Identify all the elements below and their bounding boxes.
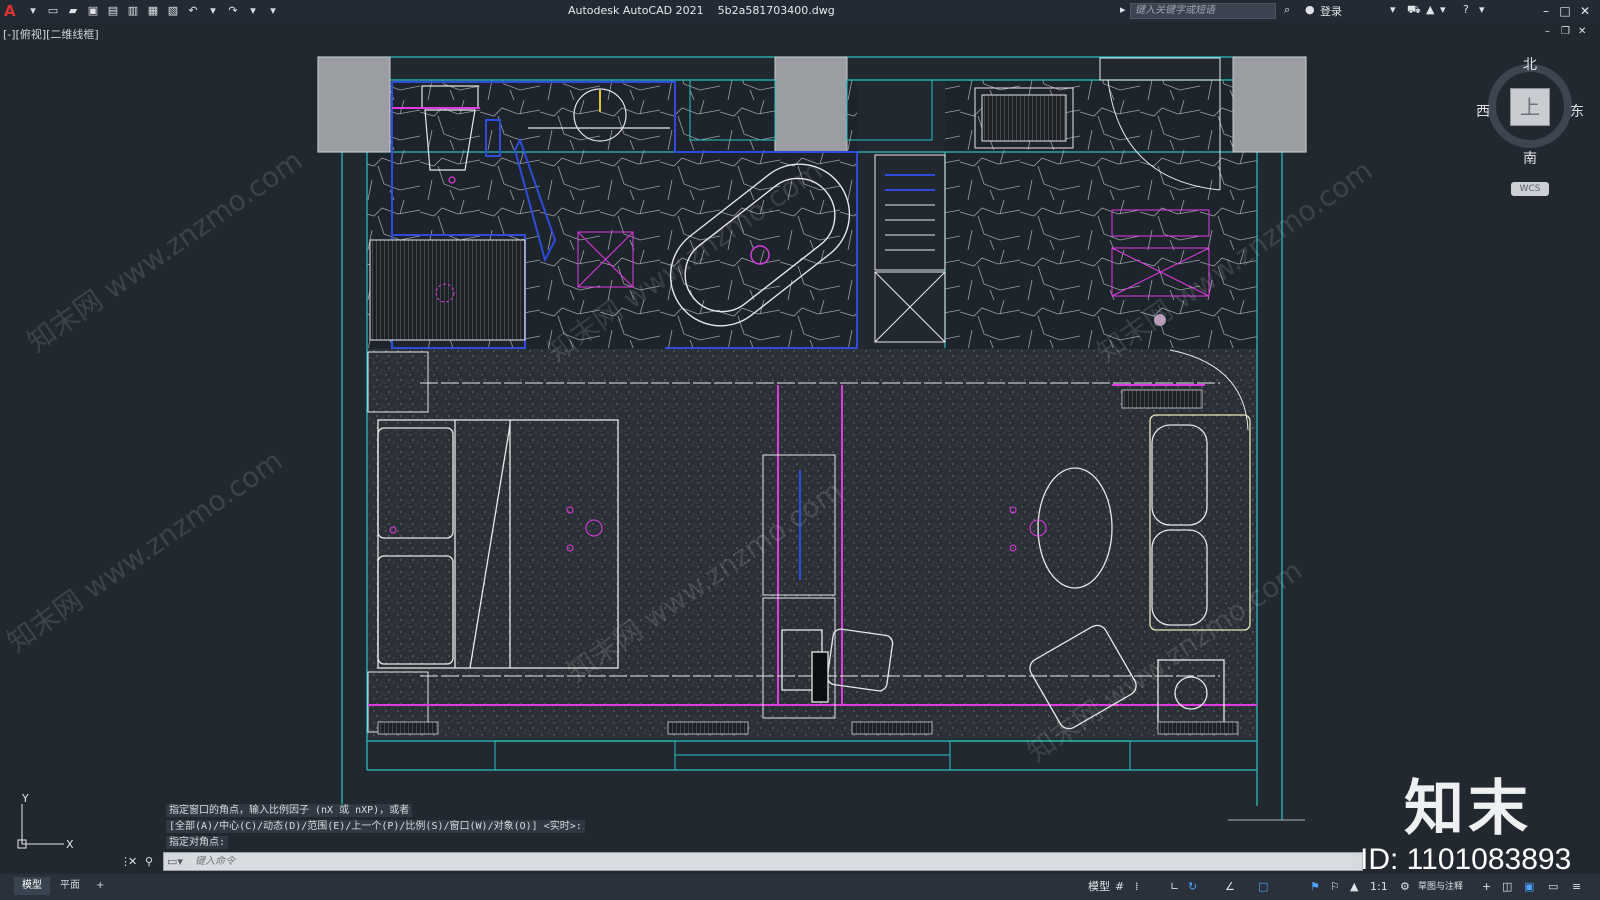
login-dropdown-icon[interactable]: ▾ <box>1390 3 1396 16</box>
search-expand-icon[interactable]: ▸ <box>1120 3 1126 16</box>
customize-icon[interactable]: ▾ <box>266 4 280 18</box>
compass-west[interactable]: 西 <box>1476 101 1490 121</box>
asset-id: ID: 1101083893 <box>1360 843 1572 876</box>
command-history-icon[interactable]: ▭▾ <box>167 855 183 868</box>
compass-east[interactable]: 东 <box>1570 101 1584 121</box>
doc-close-icon[interactable]: ✕ <box>1578 26 1586 37</box>
search-input[interactable]: 键入关键字或短语 <box>1130 3 1276 19</box>
viewcube-top-face[interactable]: 上 <box>1510 88 1550 126</box>
plus-icon[interactable]: + <box>1482 878 1491 896</box>
compass-north[interactable]: 北 <box>1523 54 1537 74</box>
maximize-icon[interactable]: □ <box>1556 2 1574 20</box>
clean-screen-icon[interactable]: ▭ <box>1548 878 1558 896</box>
model-space-toggle[interactable]: 模型 <box>1088 878 1110 896</box>
tab-model[interactable]: 模型 <box>14 877 50 895</box>
status-bar: 模型 平面 + 模型 # ⁞ ∟ ↻ ∠ □ ⚑ ⚐ ▲ 1:1 ⚙ 草图与注释… <box>0 874 1600 900</box>
viewcube[interactable]: 北 南 西 东 上 <box>1476 54 1584 167</box>
doc-minimize-icon[interactable]: – <box>1545 26 1550 37</box>
search-icon[interactable]: ⌕ <box>1284 3 1290 17</box>
command-history-line: 指定窗口的角点，输入比例因子 (nX 或 nXP)，或者 <box>166 804 413 817</box>
command-customize-icon[interactable]: ⚲ <box>145 855 153 868</box>
command-history-line: [全部(A)/中心(C)/动态(D)/范围(E)/上一个(P)/比例(S)/窗口… <box>166 820 585 833</box>
open-icon[interactable]: ▰ <box>66 4 80 18</box>
compass-south[interactable]: 南 <box>1523 148 1537 168</box>
help-icon[interactable]: ? <box>1463 3 1469 16</box>
new-icon[interactable]: ▭ <box>46 4 60 18</box>
ucs-x-label: X <box>66 838 74 851</box>
publish-icon[interactable]: ▥ <box>126 4 140 18</box>
annotation-scale-value[interactable]: 1:1 <box>1370 878 1388 896</box>
annotation-scale-icon[interactable]: ▲ <box>1350 878 1358 896</box>
autocad-window: A ▾ ▭ ▰ ▣ ▤ ▥ ▦ ▧ ↶ ▾ ↷ ▾ ▾ Autodesk Aut… <box>0 0 1600 900</box>
dropdown-arrow-icon[interactable]: ▾ <box>26 4 40 18</box>
add-layout-tab-button[interactable]: + <box>88 877 112 895</box>
customization-menu-icon[interactable]: ≡ <box>1572 878 1581 896</box>
help-dropdown-icon[interactable]: ▾ <box>1479 3 1485 16</box>
floor-plan <box>317 56 1307 821</box>
wcs-menu[interactable]: WCS <box>1511 182 1549 196</box>
redo-dropdown-icon[interactable]: ▾ <box>246 4 260 18</box>
workspace-gear-icon[interactable]: ⚙ <box>1400 878 1410 896</box>
osnap-tracking-icon[interactable]: ∠ <box>1225 878 1235 896</box>
command-input[interactable] <box>192 853 1352 870</box>
minimize-icon[interactable]: – <box>1537 2 1555 20</box>
user-icon[interactable]: ● <box>1305 3 1315 16</box>
shower <box>369 239 526 341</box>
close-icon[interactable]: ✕ <box>1576 2 1594 20</box>
redo-icon[interactable]: ↷ <box>226 4 240 18</box>
annotation-visibility-icon[interactable]: ⚑ <box>1310 878 1320 896</box>
undo-icon[interactable]: ↶ <box>186 4 200 18</box>
window-sills <box>494 740 1131 771</box>
ucs-icon: Y X <box>17 794 74 851</box>
towel-rack <box>874 154 946 343</box>
osnap-icon[interactable]: □ <box>1258 878 1268 896</box>
grid-icon[interactable]: # <box>1115 878 1124 896</box>
isolate-icon[interactable]: ◫ <box>1502 878 1512 896</box>
quick-access-toolbar: A ▾ ▭ ▰ ▣ ▤ ▥ ▦ ▧ ↶ ▾ ↷ ▾ ▾ <box>0 3 280 19</box>
a360-dropdown-icon[interactable]: ▾ <box>1440 3 1446 16</box>
print-icon[interactable]: ▧ <box>166 4 180 18</box>
ucs-y-label: Y <box>21 794 29 805</box>
undo-dropdown-icon[interactable]: ▾ <box>206 4 220 18</box>
saveas-icon[interactable]: ▤ <box>106 4 120 18</box>
tab-layout[interactable]: 平面 <box>52 877 88 895</box>
login-link[interactable]: 登录 <box>1320 3 1342 19</box>
drawing-canvas[interactable] <box>0 40 1600 855</box>
autocad-logo-icon[interactable]: A <box>4 3 20 19</box>
hardware-acceleration-icon[interactable]: ▣ <box>1524 878 1534 896</box>
cart-icon[interactable]: ⛟ <box>1407 3 1421 18</box>
command-close-icon[interactable]: ✕ <box>128 855 137 868</box>
auto-scale-icon[interactable]: ⚐ <box>1330 878 1340 896</box>
command-history-line: 指定对角点: <box>166 836 229 849</box>
doc-restore-icon[interactable]: ❐ <box>1561 26 1570 37</box>
snap-icon[interactable]: ⁞ <box>1135 878 1139 896</box>
brand-logo: 知末 <box>1404 774 1532 844</box>
title-bar: A ▾ ▭ ▰ ▣ ▤ ▥ ▦ ▧ ↶ ▾ ↷ ▾ ▾ Autodesk Aut… <box>0 0 1600 22</box>
plot-preview-icon[interactable]: ▦ <box>146 4 160 18</box>
window-title: Autodesk AutoCAD 2021 5b2a581703400.dwg <box>568 4 835 17</box>
a360-icon[interactable]: ▲ <box>1426 3 1434 16</box>
ortho-icon[interactable]: ∟ <box>1170 878 1179 896</box>
save-icon[interactable]: ▣ <box>86 4 100 18</box>
polar-icon[interactable]: ↻ <box>1188 878 1197 896</box>
workspace-switch[interactable]: 草图与注释 <box>1418 878 1463 896</box>
